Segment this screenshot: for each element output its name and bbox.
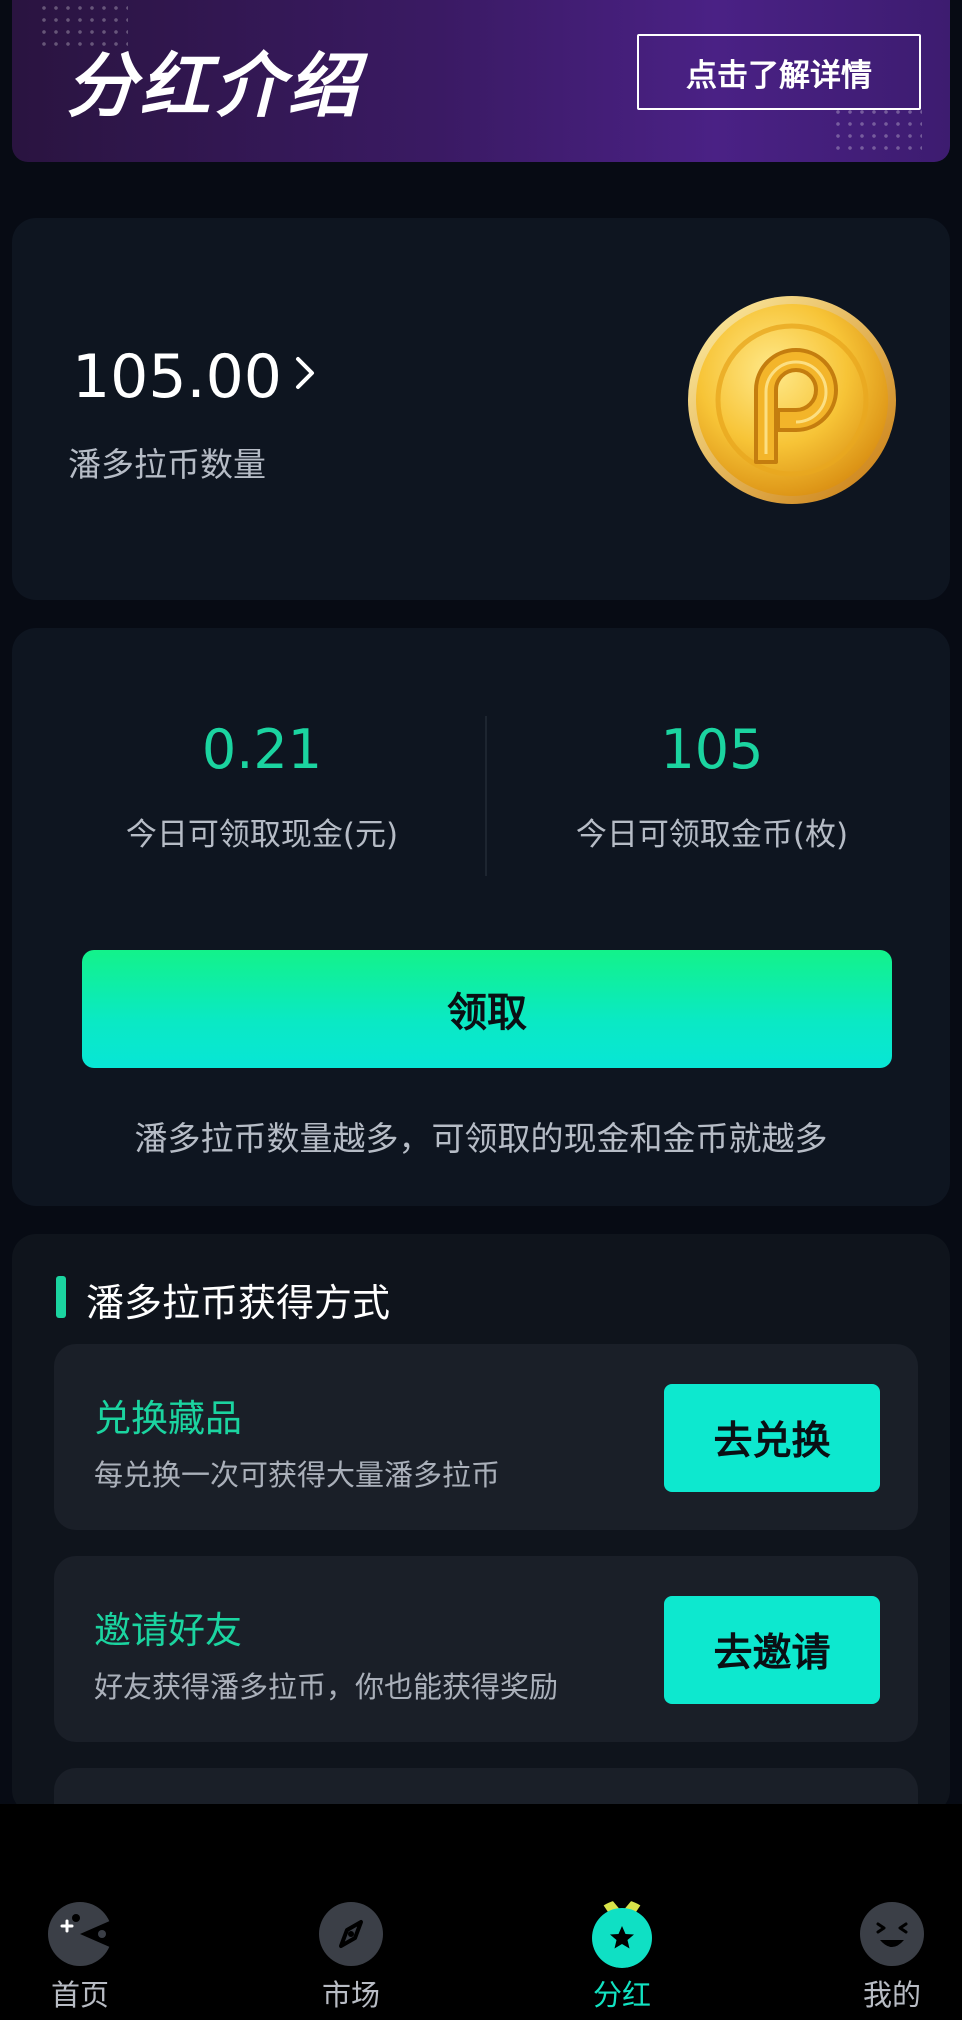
earn-ways-card: 潘多拉币获得方式 兑换藏品 每兑换一次可获得大量潘多拉币 去兑换 邀请好友 好友… [12,1234,950,1828]
way-title: 兑换藏品 [94,1397,242,1440]
section-title: 潘多拉币获得方式 [86,1281,391,1325]
tab-label: 我的 [862,1978,921,2012]
tab-dividend[interactable]: 分红 [552,1900,692,2014]
cash-stat: 0.21 今日可领取现金(元) [42,718,482,854]
way-item-exchange: 兑换藏品 每兑换一次可获得大量潘多拉币 去兑换 [54,1344,918,1530]
balance-card[interactable]: 105.00 潘多拉币数量 [12,218,950,600]
tab-market[interactable]: 市场 [281,1900,421,2014]
tab-label: 市场 [321,1978,380,2012]
exchange-button[interactable]: 去兑换 [664,1384,880,1492]
invite-button[interactable]: 去邀请 [664,1596,880,1704]
tab-label: 首页 [50,1978,109,2012]
bottom-tab-bar: 首页 市场 分红 我的 [0,1804,962,2020]
claim-note: 潘多拉币数量越多，可领取的现金和金币就越多 [134,1119,828,1158]
claim-card: 0.21 今日可领取现金(元) 105 今日可领取金币(枚) 领取 潘多拉币数量… [12,628,950,1206]
chevron-right-icon[interactable] [290,353,320,393]
divider [485,716,487,876]
way-title: 邀请好友 [94,1609,242,1652]
compass-icon [319,1902,383,1966]
pandora-coin-icon [688,296,896,504]
section-accent-bar [56,1276,66,1318]
tab-label: 分红 [592,1978,651,2012]
way-description: 每兑换一次可获得大量潘多拉币 [94,1458,501,1492]
star-medal-icon [592,1900,652,1968]
claim-button[interactable]: 领取 [82,950,892,1068]
balance-value: 105.00 [72,342,282,412]
coin-value: 105 [660,718,764,781]
tab-home[interactable]: 首页 [10,1900,150,2014]
way-description: 好友获得潘多拉币，你也能获得奖励 [94,1670,559,1704]
dividend-banner: 分红介绍 点击了解详情 [12,0,950,162]
way-item-invite: 邀请好友 好友获得潘多拉币，你也能获得奖励 去邀请 [54,1556,918,1742]
smiley-face-icon [860,1902,924,1966]
coin-label: 今日可领取金币(枚) [575,817,849,853]
home-pacman-icon [48,1902,114,1966]
details-button[interactable]: 点击了解详情 [637,34,921,110]
coin-stat: 105 今日可领取金币(枚) [492,718,932,854]
cash-label: 今日可领取现金(元) [125,817,399,853]
tab-profile[interactable]: 我的 [822,1900,962,2014]
banner-title: 分红介绍 [66,45,362,127]
balance-label: 潘多拉币数量 [68,445,266,484]
cash-value: 0.21 [201,718,323,781]
decorative-dots [832,106,922,156]
